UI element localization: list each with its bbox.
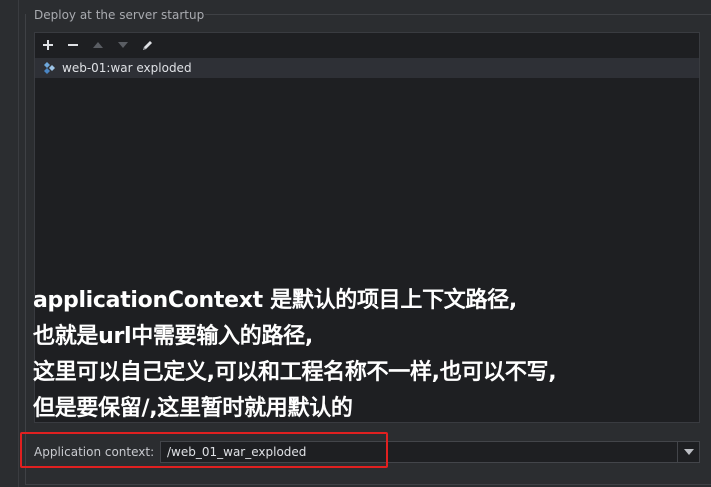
left-rail <box>0 0 19 487</box>
annotation-line: 也就是url中需要输入的路径, <box>33 324 313 349</box>
application-context-combobox[interactable] <box>160 441 700 463</box>
arrow-up-icon[interactable] <box>85 34 110 56</box>
pencil-icon[interactable] <box>135 34 160 56</box>
group-title: Deploy at the server startup <box>34 8 205 22</box>
annotation-line: applicationContext 是默认的项目上下文路径, <box>33 288 517 313</box>
list-toolbar <box>35 33 160 57</box>
plus-icon[interactable] <box>35 34 60 56</box>
list-item-label: web-01:war exploded <box>62 61 192 75</box>
annotation-line: 但是要保留/,这里暂时就用默认的 <box>33 396 353 421</box>
application-context-label: Application context: <box>34 445 155 459</box>
artifact-icon <box>44 62 55 74</box>
list-item[interactable]: web-01:war exploded <box>35 58 699 78</box>
minus-icon[interactable] <box>60 34 85 56</box>
group-title-separator <box>205 14 711 15</box>
application-context-input[interactable] <box>161 442 676 462</box>
chevron-down-icon[interactable] <box>677 442 699 462</box>
annotation-line: 这里可以自己定义,可以和工程名称不一样,也可以不写, <box>33 360 557 385</box>
arrow-down-icon[interactable] <box>110 34 135 56</box>
annotation-text: applicationContext 是默认的项目上下文路径, 也就是url中需… <box>33 283 703 427</box>
